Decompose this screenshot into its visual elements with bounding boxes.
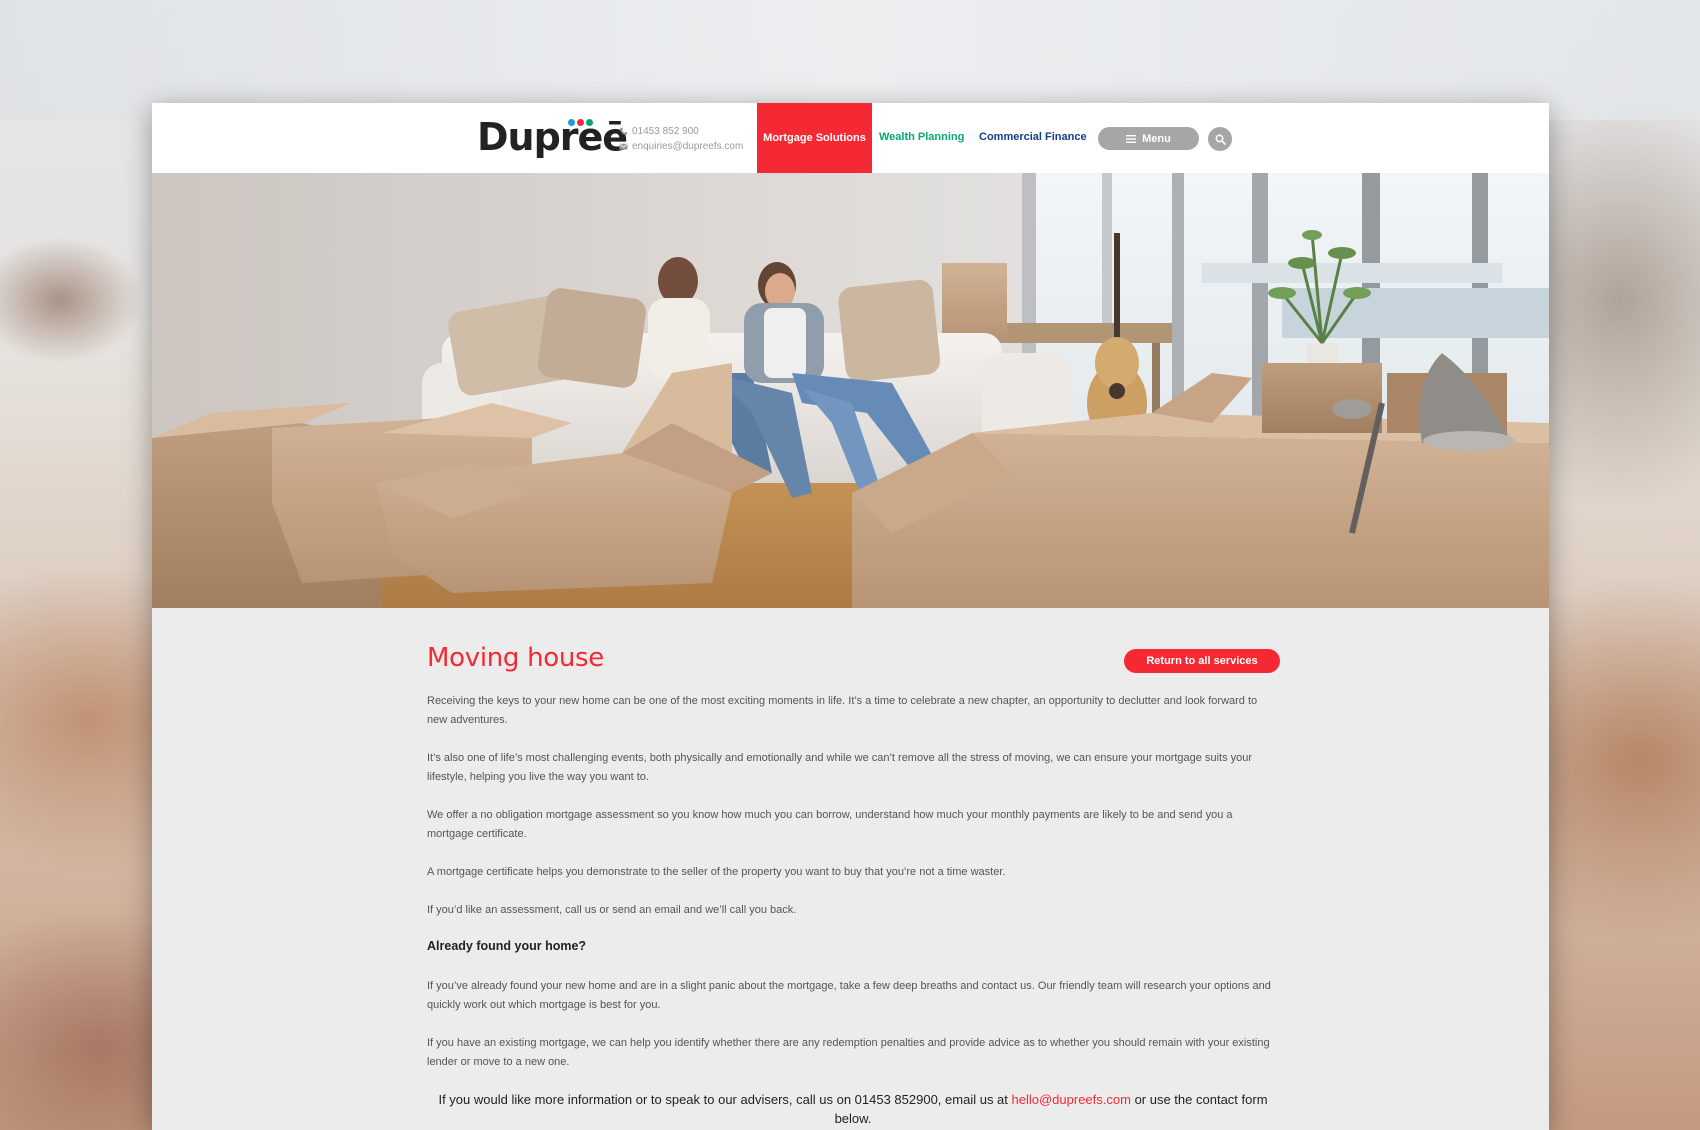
logo-dot-blue xyxy=(568,119,575,126)
paragraph-2: It’s also one of life’s most challenging… xyxy=(427,752,1253,783)
nav-wealth-planning[interactable]: Wealth Planning xyxy=(879,131,964,143)
search-button[interactable] xyxy=(1208,127,1232,151)
paragraph-1: Receiving the keys to your new home can … xyxy=(427,695,1258,726)
logo-dot-red xyxy=(577,119,584,126)
nav-mortgage-solutions[interactable]: Mortgage Solutions xyxy=(757,103,872,173)
hero-photo-couple-moving xyxy=(152,173,1549,608)
nav-commercial-finance[interactable]: Commercial Finance xyxy=(979,131,1087,143)
menu-label: Menu xyxy=(1142,132,1171,145)
paragraph-6: If you’ve already found your new home an… xyxy=(427,980,1271,1011)
email-row[interactable]: enquiries@dupreefs.com xyxy=(619,139,743,154)
search-icon xyxy=(1215,134,1226,145)
email-address: enquiries@dupreefs.com xyxy=(632,141,744,152)
phone-icon xyxy=(619,127,628,136)
paragraph-4: A mortgage certificate helps you demonst… xyxy=(427,866,1006,878)
paragraph-7: If you have an existing mortgage, we can… xyxy=(427,1037,1270,1068)
backdrop-highlight xyxy=(0,0,1700,120)
return-to-services-button[interactable]: Return to all services xyxy=(1124,649,1280,673)
menu-button[interactable]: Menu xyxy=(1098,127,1199,150)
header-contact: 01453 852 900 enquiries@dupreefs.com xyxy=(619,124,743,154)
page-title: Moving house xyxy=(427,643,605,673)
logo-dots xyxy=(568,119,593,126)
contact-email-link[interactable]: hello@dupreefs.com xyxy=(1012,1092,1131,1107)
hamburger-icon xyxy=(1126,134,1137,143)
logo-dot-green xyxy=(586,119,593,126)
paragraph-5: If you’d like an assessment, call us or … xyxy=(427,904,797,916)
contact-note-text: If you would like more information or to… xyxy=(438,1092,1012,1107)
logo[interactable]: Dupreē xyxy=(477,113,628,161)
website-screenshot-card: Dupreē 01453 852 900 enquiries@dupreefs.… xyxy=(152,103,1549,1130)
phone-number: 01453 852 900 xyxy=(632,126,699,137)
site-header: Dupreē 01453 852 900 enquiries@dupreefs.… xyxy=(152,103,1549,173)
logo-wordmark: Dupreē xyxy=(477,115,628,159)
contact-note: If you would like more information or to… xyxy=(427,1090,1279,1128)
subheading-already-found-home: Already found your home? xyxy=(427,939,587,953)
phone-row[interactable]: 01453 852 900 xyxy=(619,124,743,139)
envelope-icon xyxy=(619,143,628,150)
hero-image xyxy=(152,173,1549,608)
paragraph-3: We offer a no obligation mortgage assess… xyxy=(427,809,1233,840)
